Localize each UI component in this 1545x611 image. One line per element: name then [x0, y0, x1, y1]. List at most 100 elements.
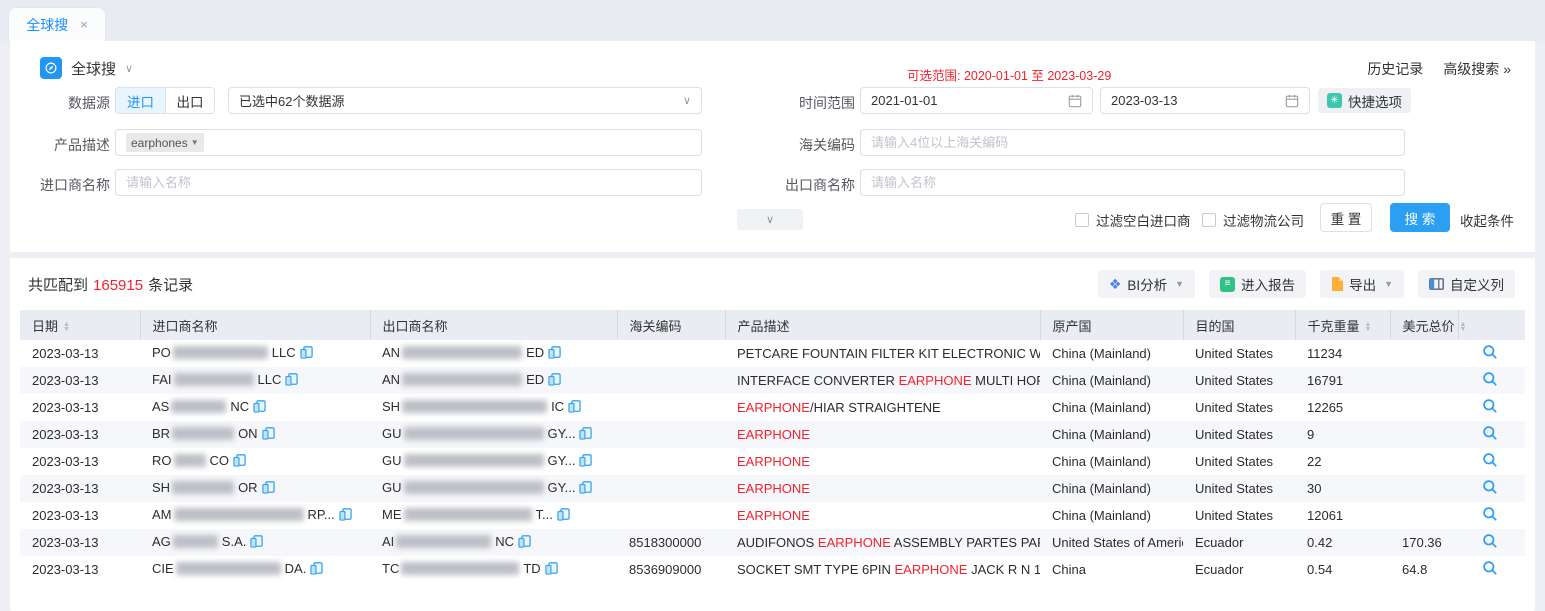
column-header[interactable]: 千克重量▲▼ [1295, 310, 1390, 340]
magnifier-icon[interactable] [1482, 452, 1498, 471]
product-desc-input[interactable]: earphones ▼ [115, 129, 702, 156]
company-doc-icon[interactable] [568, 400, 581, 416]
company-doc-icon[interactable] [579, 454, 592, 470]
cell-actions [1458, 367, 1525, 394]
custom-columns-button[interactable]: 自定义列 [1418, 270, 1515, 298]
column-header[interactable]: 美元总价▲▼ [1390, 310, 1458, 340]
column-header: 出口商名称 [370, 310, 617, 340]
cell-description: EARPHONE [725, 502, 1040, 529]
export-toggle[interactable]: 出口 [165, 88, 214, 113]
company-doc-icon[interactable] [285, 373, 298, 389]
cell-importer: AMRP... [140, 502, 370, 529]
filter-logistics-checkbox[interactable]: 过滤物流公司 [1202, 210, 1304, 230]
date-start-value[interactable] [871, 93, 1068, 108]
close-icon[interactable]: × [80, 17, 88, 32]
export-button[interactable]: 导出 ▼ [1320, 270, 1404, 298]
cell-description: EARPHONE/HIAR STRAIGHTENE [725, 394, 1040, 421]
cell-actions [1458, 394, 1525, 421]
cell-description: EARPHONE [725, 421, 1040, 448]
table-row: 2023-03-13AMRP...MET...EARPHONEChina (Ma… [20, 502, 1525, 529]
hscode-input[interactable] [871, 135, 1394, 150]
cell-destination-country: United States [1183, 475, 1295, 502]
product-keyword-tag[interactable]: earphones ▼ [126, 133, 204, 152]
cell-destination-country: United States [1183, 421, 1295, 448]
company-doc-icon[interactable] [545, 562, 558, 578]
advanced-search-link[interactable]: 高级搜索 » [1443, 59, 1511, 79]
match-count: 165915 [93, 277, 143, 294]
cell-origin-country: China (Mainland) [1040, 502, 1183, 529]
magnifier-icon[interactable] [1482, 425, 1498, 444]
importer-input[interactable] [126, 175, 691, 190]
company-doc-icon[interactable] [579, 481, 592, 497]
tab-global-search[interactable]: 全球搜 × [8, 7, 106, 41]
expand-conditions-button[interactable]: ∨ [737, 209, 803, 230]
calendar-icon [1285, 94, 1299, 108]
company-doc-icon[interactable] [300, 346, 313, 362]
magnifier-icon[interactable] [1482, 371, 1498, 390]
company-doc-icon[interactable] [579, 427, 592, 443]
date-start-input[interactable] [860, 87, 1093, 114]
checkbox-icon[interactable] [1075, 213, 1089, 227]
cell-origin-country: China (Mainland) [1040, 340, 1183, 367]
cell-hscode [617, 394, 725, 421]
cell-origin-country: China (Mainland) [1040, 421, 1183, 448]
magnifier-icon[interactable] [1482, 560, 1498, 579]
cell-destination-country: United States [1183, 367, 1295, 394]
column-header: 产品描述 [725, 310, 1040, 340]
company-doc-icon[interactable] [250, 535, 263, 551]
magnifier-icon[interactable] [1482, 506, 1498, 525]
hscode-input-wrap[interactable] [860, 129, 1405, 156]
cell-date: 2023-03-13 [20, 394, 140, 421]
exporter-input-wrap[interactable] [860, 169, 1405, 196]
sort-icon[interactable]: ▲▼ [1460, 322, 1467, 332]
enter-report-button[interactable]: ≡ 进入报告 [1209, 270, 1306, 298]
company-doc-icon[interactable] [262, 481, 275, 497]
import-toggle[interactable]: 进口 [116, 88, 165, 113]
history-link[interactable]: 历史记录 [1367, 59, 1423, 79]
company-doc-icon[interactable] [557, 508, 570, 524]
redacted-name [404, 454, 544, 467]
company-doc-icon[interactable] [262, 427, 275, 443]
date-end-value[interactable] [1111, 93, 1285, 108]
sort-icon[interactable]: ▲▼ [1365, 322, 1372, 332]
magnifier-icon[interactable] [1482, 479, 1498, 498]
datasource-select[interactable]: 已选中62个数据源 ∨ [228, 87, 702, 114]
company-doc-icon[interactable] [548, 346, 561, 362]
date-end-input[interactable] [1100, 87, 1310, 114]
company-doc-icon[interactable] [548, 373, 561, 389]
company-doc-icon[interactable] [518, 535, 531, 551]
company-doc-icon[interactable] [253, 400, 266, 416]
module-header[interactable]: 全球搜 ∨ [40, 57, 133, 79]
bi-analysis-button[interactable]: ❖ BI分析 ▼ [1098, 270, 1195, 298]
importer-input-wrap[interactable] [115, 169, 702, 196]
cell-exporter: AINC [370, 529, 617, 556]
collapse-conditions-link[interactable]: 收起条件 [1460, 210, 1514, 230]
cell-date: 2023-03-13 [20, 556, 140, 583]
company-doc-icon[interactable] [233, 454, 246, 470]
importer-label: 进口商名称 [20, 175, 110, 195]
search-button[interactable]: 搜 索 [1390, 203, 1450, 232]
redacted-name [173, 535, 218, 548]
cell-importer: FAILLC [140, 367, 370, 394]
reset-button[interactable]: 重 置 [1320, 203, 1372, 232]
keyword-highlight: EARPHONE [818, 535, 891, 550]
magnifier-icon[interactable] [1482, 344, 1498, 363]
quick-options-button[interactable]: ✳ 快捷选项 [1318, 88, 1411, 113]
magnifier-icon[interactable] [1482, 533, 1498, 552]
company-doc-icon[interactable] [310, 562, 323, 578]
column-header[interactable]: 日期▲▼ [20, 310, 140, 340]
cell-destination-country: United States [1183, 502, 1295, 529]
filter-blank-importer-checkbox[interactable]: 过滤空白进口商 [1075, 210, 1191, 230]
table-columns-icon [1429, 278, 1444, 290]
checkbox-icon[interactable] [1202, 213, 1216, 227]
results-toolbar: ❖ BI分析 ▼ ≡ 进入报告 导出 ▼ 自定义列 [1098, 270, 1515, 298]
magnifier-icon[interactable] [1482, 398, 1498, 417]
cell-actions [1458, 340, 1525, 367]
keyword-highlight: EARPHONE [737, 454, 810, 469]
exporter-input[interactable] [871, 175, 1394, 190]
company-doc-icon[interactable] [339, 508, 352, 524]
sort-icon[interactable]: ▲▼ [63, 322, 70, 332]
tab-bar: 全球搜 × [0, 0, 1545, 41]
table-row: 2023-03-13FAILLCANEDINTERFACE CONVERTER … [20, 367, 1525, 394]
cell-hscode [617, 502, 725, 529]
